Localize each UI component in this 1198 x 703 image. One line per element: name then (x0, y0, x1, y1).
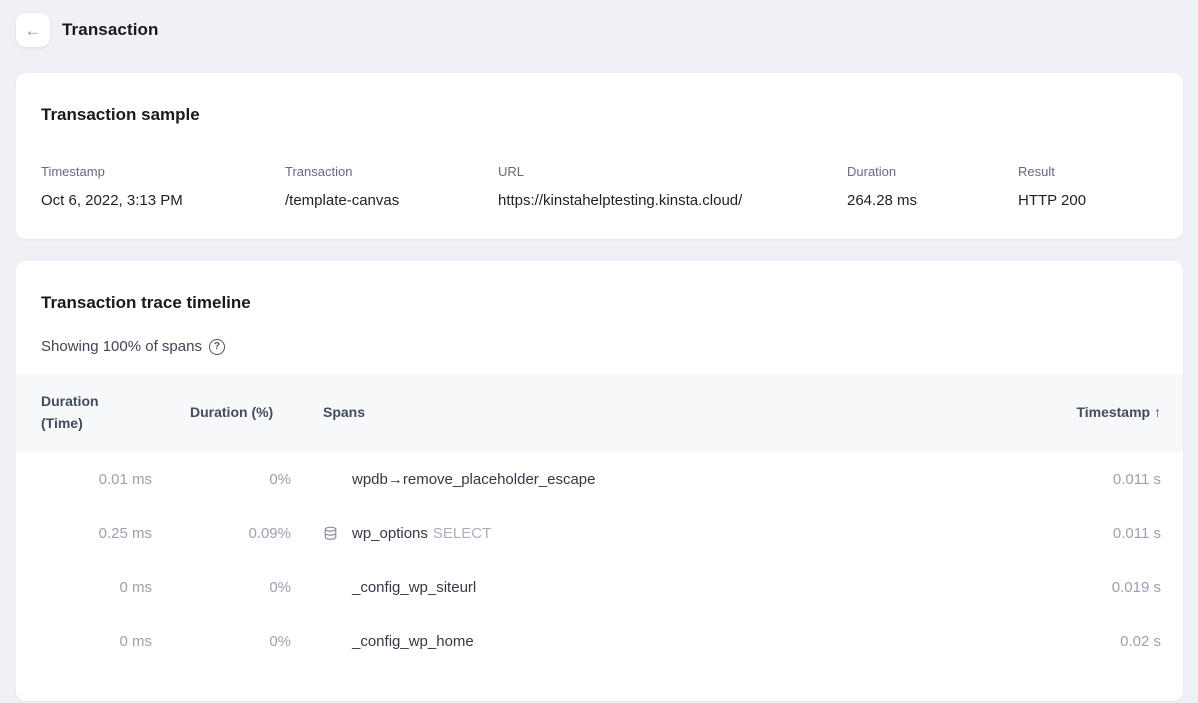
cell-timestamp: 0.019 s (1041, 579, 1183, 596)
field-duration: Duration 264.28 ms (847, 164, 1018, 209)
trace-timeline-card: Transaction trace timeline Showing 100% … (16, 261, 1183, 701)
table-row[interactable]: 0.25 ms 0.09% wp_options SELECT 0.011 s (16, 506, 1183, 560)
page-title: Transaction (62, 20, 159, 40)
field-label: URL (498, 164, 847, 179)
column-header-duration-pct: Duration (%) (152, 402, 291, 424)
cell-spans: _config_wp_siteurl (291, 579, 1041, 596)
back-arrow-icon: ← (25, 22, 42, 39)
sample-fields-row: Timestamp Oct 6, 2022, 3:13 PM Transacti… (16, 164, 1183, 209)
cell-spans: _config_wp_home (291, 633, 1041, 650)
cell-duration-pct: 0% (152, 633, 291, 650)
column-header-timestamp-sort[interactable]: Timestamp ↑ (1041, 402, 1183, 424)
field-label: Duration (847, 164, 1018, 179)
field-label: Result (1018, 164, 1158, 179)
trace-card-title: Transaction trace timeline (16, 293, 1183, 313)
sort-ascending-icon: ↑ (1154, 404, 1161, 420)
field-value: 264.28 ms (847, 192, 1018, 209)
field-timestamp: Timestamp Oct 6, 2022, 3:13 PM (41, 164, 285, 209)
database-icon (323, 526, 352, 541)
table-row[interactable]: 0 ms 0% _config_wp_home 0.02 s (16, 614, 1183, 668)
span-name: wp_options (352, 525, 428, 542)
span-name: _config_wp_siteurl (352, 579, 476, 596)
field-value: HTTP 200 (1018, 192, 1158, 209)
back-button[interactable]: ← (16, 13, 50, 47)
sample-card-title: Transaction sample (16, 105, 1183, 125)
cell-duration-pct: 0% (152, 471, 291, 488)
table-header-row: Duration (Time) Duration (%) Spans Times… (16, 374, 1183, 452)
table-row[interactable]: 0 ms 0% _config_wp_siteurl 0.019 s (16, 560, 1183, 614)
transaction-sample-card: Transaction sample Timestamp Oct 6, 2022… (16, 73, 1183, 239)
cell-timestamp: 0.011 s (1041, 471, 1183, 488)
column-header-spans: Spans (291, 402, 1041, 424)
span-name: wpdb→remove_placeholder_escape (352, 471, 596, 488)
field-value: /template-canvas (285, 192, 498, 209)
cell-duration-time: 0 ms (16, 579, 152, 596)
field-result: Result HTTP 200 (1018, 164, 1158, 209)
column-header-timestamp-label: Timestamp (1076, 404, 1150, 420)
top-bar: ← Transaction (0, 0, 1198, 59)
cell-duration-time: 0.01 ms (16, 471, 152, 488)
span-operation: SELECT (433, 525, 491, 542)
cell-spans: wpdb→remove_placeholder_escape (291, 471, 1041, 488)
cell-spans: wp_options SELECT (291, 525, 1041, 542)
cell-timestamp: 0.02 s (1041, 633, 1183, 650)
field-label: Transaction (285, 164, 498, 179)
field-value: https://kinstahelptesting.kinsta.cloud/ (498, 192, 847, 209)
cell-duration-time: 0.25 ms (16, 525, 152, 542)
spans-summary: Showing 100% of spans ? (16, 338, 1183, 355)
cell-timestamp: 0.011 s (1041, 525, 1183, 542)
cell-duration-pct: 0.09% (152, 525, 291, 542)
field-url: URL https://kinstahelptesting.kinsta.clo… (498, 164, 847, 209)
column-header-duration-time: Duration (Time) (16, 391, 116, 434)
help-icon[interactable]: ? (209, 339, 225, 355)
field-label: Timestamp (41, 164, 285, 179)
table-body: 0.01 ms 0% wpdb→remove_placeholder_escap… (16, 452, 1183, 668)
spans-table: Duration (Time) Duration (%) Spans Times… (16, 374, 1183, 668)
cell-duration-pct: 0% (152, 579, 291, 596)
span-name: _config_wp_home (352, 633, 474, 650)
field-transaction: Transaction /template-canvas (285, 164, 498, 209)
cell-duration-time: 0 ms (16, 633, 152, 650)
table-row[interactable]: 0.01 ms 0% wpdb→remove_placeholder_escap… (16, 452, 1183, 506)
spans-summary-text: Showing 100% of spans (41, 338, 202, 355)
field-value: Oct 6, 2022, 3:13 PM (41, 192, 285, 209)
